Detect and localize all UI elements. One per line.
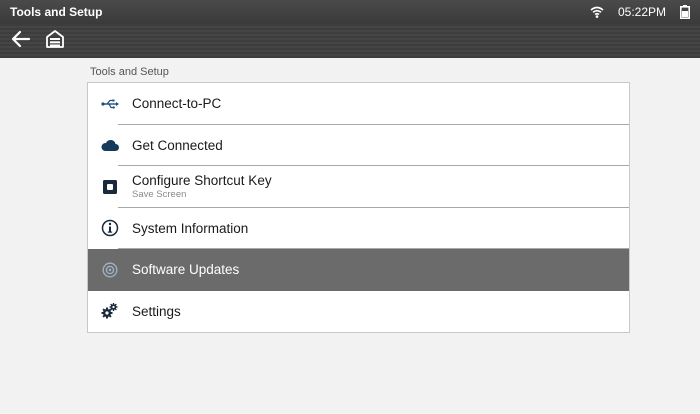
gears-icon bbox=[88, 302, 132, 320]
home-button[interactable] bbox=[42, 28, 68, 54]
menu-item-sublabel: Save Screen bbox=[132, 189, 187, 201]
menu-item-label: Software Updates bbox=[132, 262, 240, 278]
status-time: 05:22PM bbox=[617, 5, 666, 19]
menu-item-label: Settings bbox=[132, 303, 181, 319]
menu-item-label: Get Connected bbox=[132, 137, 223, 153]
section-label: Tools and Setup bbox=[90, 66, 169, 78]
status-bar-right: 05:22PM bbox=[590, 5, 690, 19]
status-bar: Tools and Setup 05:22PM bbox=[0, 0, 700, 24]
shortcut-key-icon bbox=[88, 179, 132, 194]
menu-item-system-information[interactable]: System Information bbox=[88, 207, 629, 249]
arrow-left-icon bbox=[11, 30, 31, 53]
cloud-icon bbox=[88, 139, 132, 152]
garage-home-icon bbox=[45, 29, 65, 54]
status-bar-title: Tools and Setup bbox=[10, 5, 103, 19]
wifi-icon bbox=[590, 6, 604, 18]
menu-item-label: Configure Shortcut Key bbox=[132, 173, 272, 189]
main-content: Tools and Setup Connect-to-PC Get Connec… bbox=[0, 58, 700, 414]
menu-item-label: System Information bbox=[132, 220, 249, 236]
menu-item-configure-shortcut-key[interactable]: Configure Shortcut Key Save Screen bbox=[88, 166, 629, 208]
menu-item-software-updates[interactable]: Software Updates bbox=[88, 249, 629, 291]
menu-item-settings[interactable]: Settings bbox=[88, 290, 629, 332]
usb-icon bbox=[88, 99, 132, 109]
info-icon bbox=[88, 219, 132, 237]
menu-item-label: Connect-to-PC bbox=[132, 96, 222, 112]
menu-item-get-connected[interactable]: Get Connected bbox=[88, 124, 629, 166]
software-update-icon bbox=[88, 262, 132, 278]
menu-item-connect-to-pc[interactable]: Connect-to-PC bbox=[88, 83, 629, 125]
navigation-bar bbox=[0, 24, 700, 58]
back-button[interactable] bbox=[8, 28, 34, 54]
tools-setup-menu: Connect-to-PC Get Connected Configure Sh… bbox=[87, 82, 630, 333]
battery-icon bbox=[680, 5, 690, 19]
